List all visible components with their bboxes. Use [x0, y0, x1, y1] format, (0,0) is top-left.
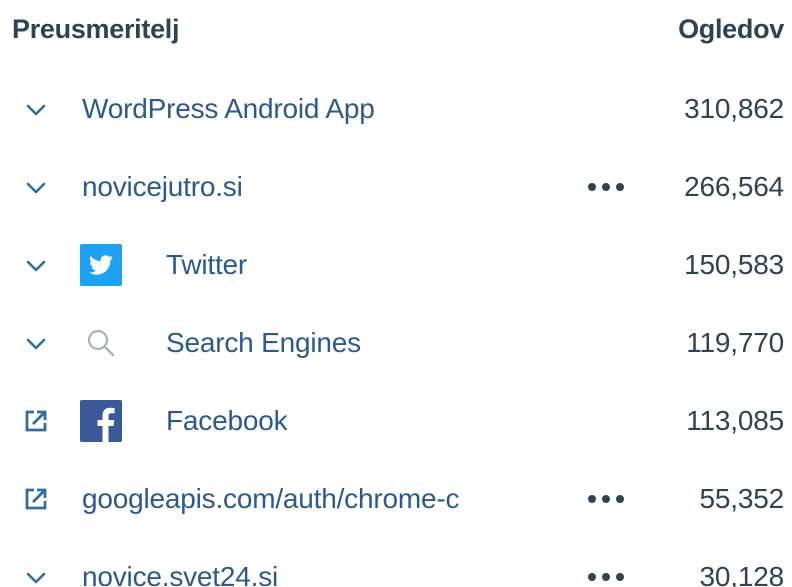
referrer-link[interactable]: Search Engines	[166, 304, 361, 382]
external-link-icon[interactable]	[18, 460, 54, 538]
views-count: 113,085	[686, 405, 784, 436]
table-row[interactable]: Twitter 150,583	[0, 226, 792, 304]
views-count: 55,352	[699, 483, 785, 514]
views-count: 30,128	[699, 561, 785, 587]
facebook-icon	[80, 382, 122, 460]
chevron-down-icon[interactable]	[18, 304, 54, 382]
table-row[interactable]: novicejutro.si 266,564	[0, 148, 792, 226]
views-column-header: Ogledov	[678, 14, 784, 44]
referrer-link[interactable]: novice.svet24.si	[82, 538, 278, 587]
twitter-icon	[80, 226, 122, 304]
referrer-column-header: Preusmeritelj	[12, 14, 180, 44]
more-options-icon[interactable]	[582, 148, 630, 226]
referrers-panel: Preusmeritelj Ogledov WordPress Android …	[0, 0, 792, 587]
more-options-icon[interactable]	[582, 460, 630, 538]
referrer-link[interactable]: Facebook	[166, 382, 287, 460]
search-icon	[80, 304, 122, 382]
referrer-link[interactable]: googleapis.com/auth/chrome-c	[82, 460, 552, 538]
more-options-icon[interactable]	[582, 538, 630, 587]
external-link-icon[interactable]	[18, 382, 54, 460]
views-count: 150,583	[684, 249, 784, 280]
table-row[interactable]: googleapis.com/auth/chrome-c 55,352	[0, 460, 792, 538]
table-header: Preusmeritelj Ogledov	[0, 0, 792, 70]
referrer-link[interactable]: WordPress Android App	[82, 70, 375, 148]
table-row[interactable]: novice.svet24.si 30,128	[0, 538, 792, 587]
table-row[interactable]: Search Engines 119,770	[0, 304, 792, 382]
views-count: 119,770	[686, 327, 784, 358]
views-count: 310,862	[684, 93, 784, 124]
chevron-down-icon[interactable]	[18, 148, 54, 226]
table-row[interactable]: Facebook 113,085	[0, 382, 792, 460]
chevron-down-icon[interactable]	[18, 226, 54, 304]
table-row[interactable]: WordPress Android App 310,862	[0, 70, 792, 148]
referrer-link[interactable]: novicejutro.si	[82, 148, 243, 226]
referrer-link[interactable]: Twitter	[166, 226, 247, 304]
views-count: 266,564	[684, 171, 784, 202]
chevron-down-icon[interactable]	[18, 538, 54, 587]
chevron-down-icon[interactable]	[18, 70, 54, 148]
